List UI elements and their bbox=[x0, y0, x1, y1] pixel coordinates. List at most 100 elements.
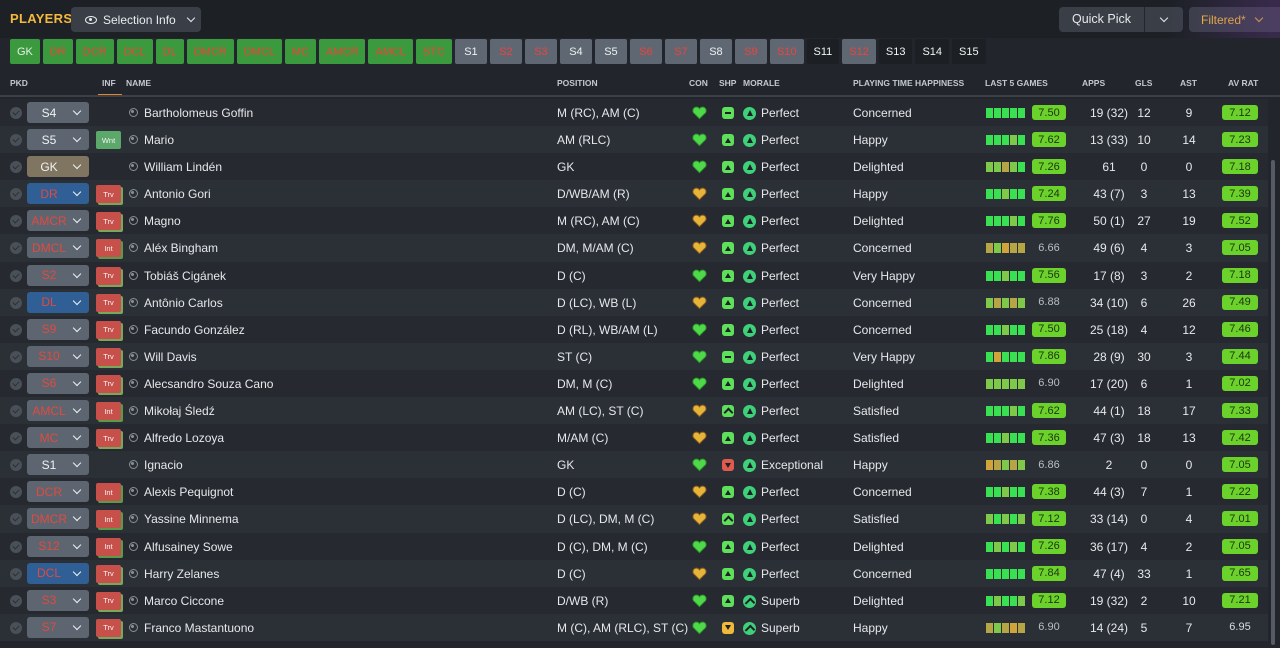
player-name[interactable]: Marco Ciccone bbox=[144, 594, 224, 608]
player-name[interactable]: Tobiáš Cigánek bbox=[144, 269, 226, 283]
table-row[interactable]: DMCL Int Aléx Bingham DM, M/AM (C) Perfect Co… bbox=[0, 234, 1268, 262]
player-name[interactable]: Alfusainey Sowe bbox=[144, 540, 233, 554]
quick-pick-label[interactable]: Quick Pick bbox=[1059, 7, 1145, 32]
position-chip-dl[interactable]: DL bbox=[155, 39, 184, 64]
table-row[interactable]: S2 Trv Tobiáš Cigánek D (C) Perfect Very Happ… bbox=[0, 261, 1268, 289]
col-last5[interactable]: LAST 5 GAMES bbox=[985, 78, 1048, 88]
table-row[interactable]: DMCR Int Yassine Minnema D (LC), DM, M (C) P… bbox=[0, 505, 1268, 533]
position-select[interactable]: S12 bbox=[27, 535, 89, 557]
table-row[interactable]: S12 Int Alfusainey Sowe D (C), DM, M (C) Per… bbox=[0, 532, 1268, 560]
position-chip-s6[interactable]: S6 bbox=[629, 39, 662, 64]
position-chip-s10[interactable]: S10 bbox=[769, 39, 804, 64]
player-name[interactable]: Alecsandro Souza Cano bbox=[144, 377, 273, 391]
position-chip-amcl[interactable]: AMCL bbox=[368, 39, 413, 64]
quick-pick-button[interactable]: Quick Pick bbox=[1059, 7, 1183, 32]
pick-checkbox[interactable] bbox=[10, 296, 22, 309]
position-chip-s2[interactable]: S2 bbox=[489, 39, 522, 64]
position-select[interactable]: S9 bbox=[27, 318, 89, 340]
pick-checkbox[interactable] bbox=[10, 161, 22, 174]
filter-button[interactable]: Filtered* bbox=[1189, 7, 1280, 32]
col-morale[interactable]: MORALE bbox=[743, 78, 780, 88]
position-select[interactable]: DMCL bbox=[27, 237, 89, 259]
position-chip-s8[interactable]: S8 bbox=[699, 39, 732, 64]
pick-checkbox[interactable] bbox=[10, 459, 22, 472]
pick-checkbox[interactable] bbox=[10, 242, 22, 255]
table-row[interactable]: AMCR Trv Magno M (RC), AM (C) Perfect Delight… bbox=[0, 207, 1268, 235]
col-name[interactable]: NAME bbox=[126, 78, 151, 88]
table-row[interactable]: S3 Trv Marco Ciccone D/WB (R) Superb Delighte… bbox=[0, 586, 1268, 614]
player-name[interactable]: Mario bbox=[144, 133, 174, 147]
player-name[interactable]: Alfredo Lozoya bbox=[144, 431, 224, 445]
pick-checkbox[interactable] bbox=[10, 621, 22, 634]
table-row[interactable]: DR Trv Antonio Gori D/WB/AM (R) Perfect Happy… bbox=[0, 180, 1268, 208]
position-chip-s1[interactable]: S1 bbox=[454, 39, 487, 64]
pick-checkbox[interactable] bbox=[10, 215, 22, 228]
position-select[interactable]: AMCR bbox=[27, 210, 89, 232]
col-position[interactable]: POSITION bbox=[557, 78, 598, 88]
position-select[interactable]: MC bbox=[27, 427, 89, 449]
col-shp[interactable]: SHP bbox=[719, 78, 736, 88]
pick-checkbox[interactable] bbox=[10, 540, 22, 553]
position-select[interactable]: DMCR bbox=[27, 508, 89, 530]
position-chip-s11[interactable]: S11 bbox=[806, 39, 840, 64]
pick-checkbox[interactable] bbox=[10, 432, 22, 445]
selection-info-button[interactable]: Selection Info bbox=[71, 7, 201, 32]
player-name[interactable]: Magno bbox=[144, 214, 181, 228]
col-con[interactable]: CON bbox=[689, 78, 708, 88]
position-chip-dcr[interactable]: DCR bbox=[75, 39, 114, 64]
table-row[interactable]: S9 Trv Facundo González D (RL), WB/AM (L) Pe… bbox=[0, 315, 1268, 343]
position-chip-s7[interactable]: S7 bbox=[664, 39, 697, 64]
position-chip-stc[interactable]: STC bbox=[415, 39, 452, 64]
col-gls[interactable]: GLS bbox=[1135, 78, 1152, 88]
position-chip-s14[interactable]: S14 bbox=[915, 39, 950, 64]
player-name[interactable]: Facundo González bbox=[144, 323, 245, 337]
position-select[interactable]: S3 bbox=[27, 589, 89, 611]
position-select[interactable]: S7 bbox=[27, 616, 89, 638]
position-chip-s15[interactable]: S15 bbox=[952, 39, 986, 64]
pick-checkbox[interactable] bbox=[10, 323, 22, 336]
position-chip-s4[interactable]: S4 bbox=[559, 39, 592, 64]
pick-checkbox[interactable] bbox=[10, 377, 22, 390]
pick-checkbox[interactable] bbox=[10, 594, 22, 607]
pick-checkbox[interactable] bbox=[10, 567, 22, 580]
pick-checkbox[interactable] bbox=[10, 513, 22, 526]
player-name[interactable]: Franco Mastantuono bbox=[144, 621, 254, 635]
table-row[interactable]: S6 Trv Alecsandro Souza Cano DM, M (C) Perfe… bbox=[0, 369, 1268, 398]
pick-checkbox[interactable] bbox=[10, 486, 22, 499]
col-ast[interactable]: AST bbox=[1180, 78, 1197, 88]
table-row[interactable]: AMCL Int Mikołaj Śledź AM (LC), ST (C) Perfe… bbox=[0, 397, 1268, 425]
table-row[interactable]: S10 Trv Will Davis ST (C) Perfect Very Happy 7… bbox=[0, 342, 1268, 370]
table-row[interactable]: MC Trv Alfredo Lozoya M/AM (C) Perfect Satisf… bbox=[0, 424, 1268, 452]
position-chip-s12[interactable]: S12 bbox=[842, 39, 876, 64]
table-row[interactable]: DL Trv Antônio Carlos D (LC), WB (L) Perfect… bbox=[0, 288, 1268, 316]
quick-pick-dropdown[interactable] bbox=[1145, 13, 1183, 23]
table-row[interactable]: DCL Trv Harry Zelanes D (C) Perfect Concerned… bbox=[0, 559, 1268, 587]
table-row[interactable]: S4 Bartholomeus Goffin M (RC), AM (C) Perfe… bbox=[0, 99, 1268, 127]
col-pth[interactable]: PLAYING TIME HAPPINESS bbox=[853, 78, 964, 88]
col-inf[interactable]: INF bbox=[102, 78, 116, 88]
position-chip-s3[interactable]: S3 bbox=[524, 39, 557, 64]
pick-checkbox[interactable] bbox=[10, 134, 22, 147]
position-select[interactable]: DL bbox=[27, 291, 89, 313]
pick-checkbox[interactable] bbox=[10, 269, 22, 282]
table-row[interactable]: S5 Wnt Mario AM (RLC) Perfect Happy 7.62 13 (33… bbox=[0, 126, 1268, 154]
position-select[interactable]: DR bbox=[27, 183, 89, 205]
pick-checkbox[interactable] bbox=[10, 188, 22, 201]
player-name[interactable]: Yassine Minnema bbox=[144, 512, 239, 526]
position-chip-dmcr[interactable]: DMCR bbox=[186, 39, 234, 64]
col-apps[interactable]: APPS bbox=[1082, 78, 1105, 88]
position-select[interactable]: S1 bbox=[27, 454, 89, 476]
position-chip-mc[interactable]: MC bbox=[284, 39, 316, 64]
col-avrat[interactable]: AV RAT bbox=[1228, 78, 1258, 88]
pick-checkbox[interactable] bbox=[10, 405, 22, 418]
player-name[interactable]: Will Davis bbox=[144, 350, 197, 364]
position-select[interactable]: S10 bbox=[27, 345, 89, 367]
position-select[interactable]: S4 bbox=[27, 102, 89, 123]
player-name[interactable]: Bartholomeus Goffin bbox=[144, 106, 253, 120]
position-select[interactable]: GK bbox=[27, 156, 89, 178]
position-chip-dcl[interactable]: DCL bbox=[116, 39, 153, 64]
player-name[interactable]: Antonio Gori bbox=[144, 187, 211, 201]
table-row[interactable]: GK William Lindén GK Perfect Delighted 7.26 61… bbox=[0, 153, 1268, 181]
player-name[interactable]: William Lindén bbox=[144, 160, 222, 174]
player-name[interactable]: Alexis Pequignot bbox=[144, 485, 233, 499]
